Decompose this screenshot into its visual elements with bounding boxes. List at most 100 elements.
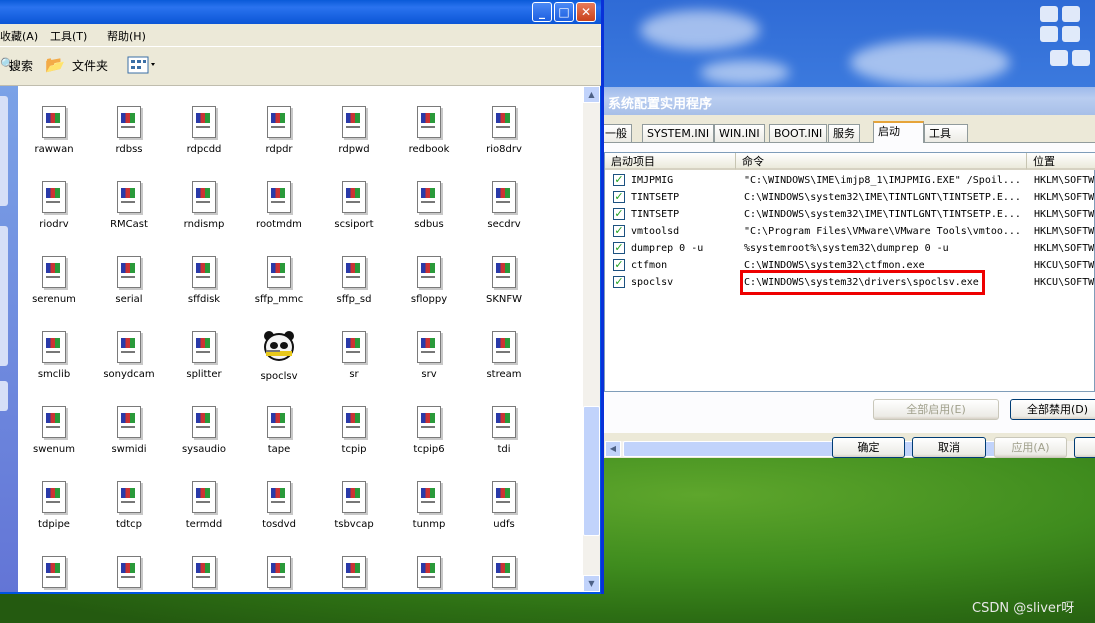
help-button[interactable] — [1074, 437, 1095, 458]
file-item[interactable] — [468, 556, 540, 588]
disable-all-button[interactable]: 全部禁用(D) — [1010, 399, 1095, 420]
file-item[interactable]: tcpip6 — [393, 406, 465, 455]
file-item[interactable]: sfloppy — [393, 256, 465, 305]
search-button[interactable]: 搜索 — [9, 57, 33, 74]
file-item[interactable]: sysaudio — [168, 406, 240, 455]
startup-row[interactable]: ✓ dumprep 0 -u %systemroot%\system32\dumpr… — [605, 240, 1095, 257]
file-item[interactable]: tape — [243, 406, 315, 455]
file-item[interactable] — [93, 556, 165, 588]
startup-checkbox[interactable]: ✓ — [613, 276, 625, 288]
startup-row[interactable]: ✓ TINTSETP C:\WINDOWS\system32\IME\TINTLGN… — [605, 189, 1095, 206]
startup-checkbox[interactable]: ✓ — [613, 174, 625, 186]
file-item[interactable]: swenum — [18, 406, 90, 455]
startup-row[interactable]: ✓ IMJPMIG "C:\WINDOWS\IME\imjp8_1\IMJPMIG.… — [605, 172, 1095, 189]
startup-checkbox[interactable]: ✓ — [613, 225, 625, 237]
file-item[interactable]: tsbvcap — [318, 481, 390, 530]
file-item[interactable]: scsiport — [318, 181, 390, 230]
startup-row[interactable]: ✓ vmtoolsd "C:\Program Files\VMware\VMware… — [605, 223, 1095, 240]
views-button[interactable] — [127, 56, 157, 77]
file-item[interactable]: tcpip — [318, 406, 390, 455]
file-item[interactable]: spoclsv — [243, 331, 315, 382]
file-item[interactable]: redbook — [393, 106, 465, 155]
file-item[interactable]: rawwan — [18, 106, 90, 155]
file-item[interactable]: tunmp — [393, 481, 465, 530]
menu-tools[interactable]: 工具(T) — [50, 28, 87, 44]
file-item[interactable]: rdpdr — [243, 106, 315, 155]
column-header-location[interactable]: 位置 — [1027, 153, 1095, 170]
file-item[interactable]: stream — [468, 331, 540, 380]
column-header-item[interactable]: 启动项目 — [605, 153, 736, 170]
file-item[interactable]: tosdvd — [243, 481, 315, 530]
system-file-icon — [117, 406, 141, 438]
tab-boot-ini[interactable]: BOOT.INI — [769, 124, 828, 142]
file-item[interactable]: termdd — [168, 481, 240, 530]
folders-button[interactable]: 文件夹 — [72, 57, 108, 74]
tab-tools[interactable]: 工具 — [924, 124, 968, 142]
file-item[interactable]: smclib — [18, 331, 90, 380]
menu-help[interactable]: 帮助(H) — [107, 28, 146, 44]
file-item[interactable]: sffp_sd — [318, 256, 390, 305]
tab-services[interactable]: 服务 — [828, 124, 860, 142]
menu-favorites[interactable]: 收藏(A) — [0, 28, 38, 44]
file-item[interactable] — [18, 556, 90, 588]
side-panel-tab[interactable] — [0, 226, 8, 366]
minimize-button[interactable]: _ — [532, 2, 552, 22]
file-item[interactable]: SKNFW — [468, 256, 540, 305]
enable-all-button[interactable]: 全部启用(E) — [873, 399, 999, 420]
file-item[interactable]: serial — [93, 256, 165, 305]
side-panel-tab[interactable] — [0, 381, 8, 411]
cancel-button[interactable]: 取消 — [912, 437, 986, 458]
explorer-titlebar[interactable]: _ □ ✕ — [0, 0, 601, 24]
tab-general[interactable]: 一般 — [604, 124, 632, 142]
column-header-command[interactable]: 命令 — [736, 153, 1027, 170]
tab-system-ini[interactable]: SYSTEM.INI — [642, 124, 715, 142]
file-item[interactable]: sffdisk — [168, 256, 240, 305]
file-item[interactable]: srv — [393, 331, 465, 380]
file-item[interactable]: rdpwd — [318, 106, 390, 155]
scroll-thumb[interactable] — [583, 406, 600, 536]
file-item[interactable]: swmidi — [93, 406, 165, 455]
vertical-scrollbar[interactable]: ▲ ▼ — [583, 86, 600, 592]
dialog-titlebar[interactable]: 系统配置实用程序 — [604, 87, 1095, 115]
side-panel-tab[interactable] — [0, 96, 8, 206]
file-item[interactable] — [168, 556, 240, 588]
startup-row[interactable]: ✓ TINTSETP C:\WINDOWS\system32\IME\TINTLGN… — [605, 206, 1095, 223]
file-label: RMCast — [110, 219, 148, 230]
ok-button[interactable]: 确定 — [832, 437, 905, 458]
tab-startup[interactable]: 启动 — [873, 121, 924, 143]
file-item[interactable] — [243, 556, 315, 588]
file-item[interactable]: rdbss — [93, 106, 165, 155]
file-item[interactable]: RMCast — [93, 181, 165, 230]
file-item[interactable]: serenum — [18, 256, 90, 305]
file-item[interactable]: splitter — [168, 331, 240, 380]
system-file-icon — [417, 481, 441, 513]
file-item[interactable]: sonydcam — [93, 331, 165, 380]
file-item[interactable]: rootmdm — [243, 181, 315, 230]
file-label: rdbss — [115, 144, 143, 155]
file-item[interactable]: rio8drv — [468, 106, 540, 155]
file-item[interactable]: sdbus — [393, 181, 465, 230]
file-item[interactable] — [393, 556, 465, 588]
file-item[interactable]: riodrv — [18, 181, 90, 230]
file-item[interactable]: tdtcp — [93, 481, 165, 530]
startup-checkbox[interactable]: ✓ — [613, 208, 625, 220]
scroll-down-arrow[interactable]: ▼ — [583, 575, 600, 592]
startup-checkbox[interactable]: ✓ — [613, 259, 625, 271]
startup-checkbox[interactable]: ✓ — [613, 191, 625, 203]
close-button[interactable]: ✕ — [576, 2, 596, 22]
file-item[interactable]: rndismp — [168, 181, 240, 230]
maximize-button[interactable]: □ — [554, 2, 574, 22]
startup-checkbox[interactable]: ✓ — [613, 242, 625, 254]
file-item[interactable]: rdpcdd — [168, 106, 240, 155]
file-item[interactable]: secdrv — [468, 181, 540, 230]
file-item[interactable]: udfs — [468, 481, 540, 530]
file-item[interactable] — [318, 556, 390, 588]
scroll-left-arrow[interactable]: ◀ — [605, 441, 621, 457]
apply-button[interactable]: 应用(A) — [994, 437, 1067, 458]
scroll-up-arrow[interactable]: ▲ — [583, 86, 600, 103]
file-item[interactable]: sffp_mmc — [243, 256, 315, 305]
tab-win-ini[interactable]: WIN.INI — [714, 124, 765, 142]
file-item[interactable]: sr — [318, 331, 390, 380]
file-item[interactable]: tdpipe — [18, 481, 90, 530]
file-item[interactable]: tdi — [468, 406, 540, 455]
